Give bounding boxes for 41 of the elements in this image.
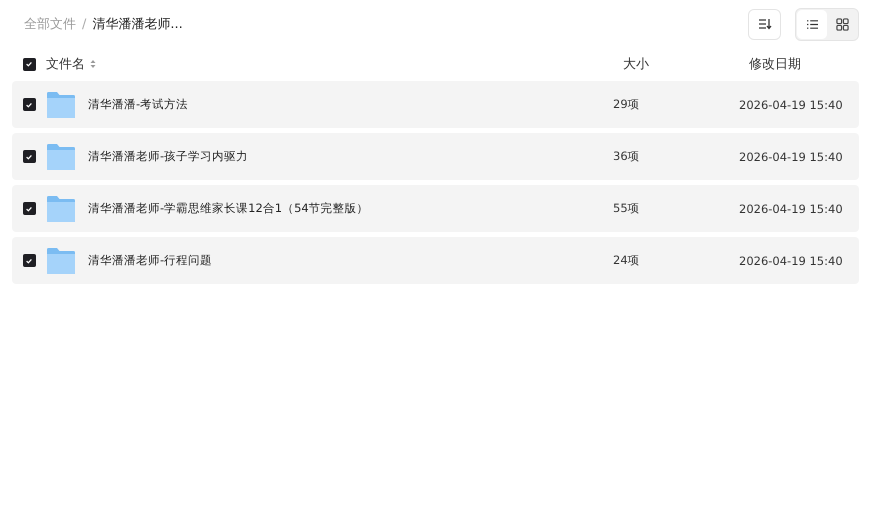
checkbox[interactable] <box>22 254 36 267</box>
check-icon <box>25 256 33 264</box>
file-name: 清华潘潘老师-孩子学习内驱力 <box>88 149 250 164</box>
modified-date: 2026-04-19 15:40 <box>739 202 844 216</box>
file-row[interactable]: 清华潘潘-考试方法 29项 2026-04-19 15:40 <box>12 81 859 128</box>
list-view-button[interactable] <box>797 10 827 38</box>
file-name: 清华潘潘-考试方法 <box>88 97 190 112</box>
grid-icon <box>836 18 848 30</box>
modified-date: 2026-04-19 15:40 <box>739 150 844 164</box>
folder-icon <box>46 194 76 222</box>
item-count: 29项 <box>613 97 641 112</box>
column-header[interactable]: 大小 <box>623 57 649 72</box>
item-count: 55项 <box>613 201 641 216</box>
column-header[interactable]: 文件名 <box>46 55 85 73</box>
column-header[interactable]: 修改日期 <box>749 57 801 72</box>
checkbox[interactable] <box>22 202 36 215</box>
breadcrumb-link[interactable]: 清华潘潘老师... <box>92 15 183 33</box>
file-row[interactable]: 清华潘潘老师-行程问题 24项 2026-04-19 15:40 <box>12 237 859 284</box>
file-row[interactable]: 清华潘潘老师-学霸思维家长课12合1（54节完整版） 55项 2026-04-19 15:40 <box>12 185 859 232</box>
checkbox[interactable] <box>22 98 36 111</box>
file-row[interactable]: 清华潘潘老师-孩子学习内驱力 36项 2026-04-19 15:40 <box>12 133 859 180</box>
sort-icon <box>758 18 772 30</box>
check-icon <box>25 60 33 68</box>
checkbox[interactable] <box>22 58 36 70</box>
list-icon <box>806 18 818 30</box>
folder-icon <box>46 142 76 170</box>
item-count: 36项 <box>613 149 641 164</box>
file-name: 清华潘潘老师-行程问题 <box>88 253 214 268</box>
item-count: 24项 <box>613 253 641 268</box>
folder-icon <box>46 246 76 274</box>
check-icon <box>25 204 33 212</box>
file-name: 清华潘潘老师-学霸思维家长课12合1（54节完整版） <box>88 201 370 216</box>
sort-button[interactable] <box>748 8 781 40</box>
modified-date: 2026-04-19 15:40 <box>739 254 844 268</box>
checkbox[interactable] <box>22 150 36 163</box>
breadcrumb-separator: / <box>82 16 86 32</box>
check-icon <box>25 100 33 108</box>
modified-date: 2026-04-19 15:40 <box>739 98 844 112</box>
check-icon <box>25 152 33 160</box>
sort-arrows-icon[interactable] <box>90 59 96 69</box>
folder-icon <box>46 90 76 118</box>
